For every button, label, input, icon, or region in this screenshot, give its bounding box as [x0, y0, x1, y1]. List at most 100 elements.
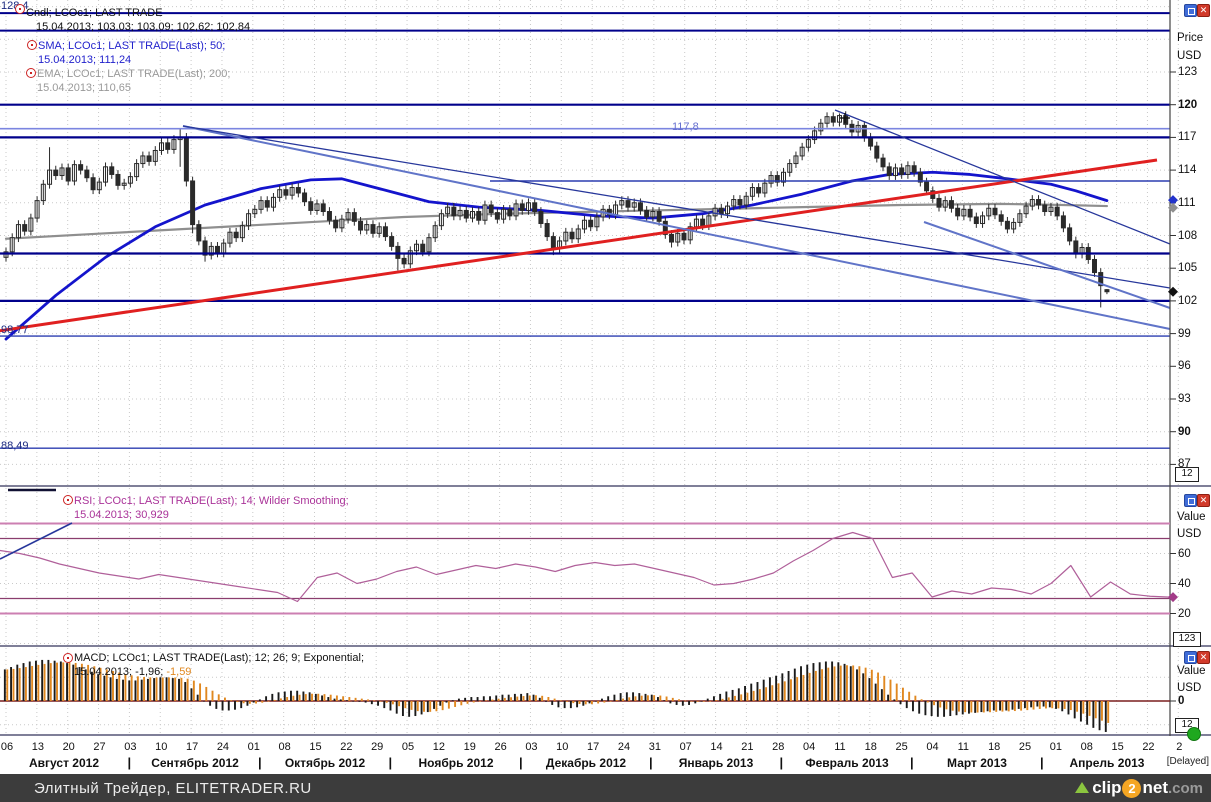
- macd-bar: [933, 701, 935, 705]
- macd-bar: [545, 701, 547, 702]
- macd-bar: [980, 701, 982, 712]
- macd-bar: [286, 697, 288, 701]
- macd-bar: [324, 694, 326, 701]
- macd-bar: [840, 666, 842, 701]
- macd-bar: [659, 696, 661, 701]
- macd-bar: [467, 701, 469, 704]
- ascending-support-red: [0, 160, 1157, 331]
- macd-bar: [794, 669, 796, 701]
- macd-bar: [771, 685, 773, 701]
- macd-bar: [268, 701, 270, 702]
- rsi-panel-close-button[interactable]: ✕: [1197, 494, 1210, 507]
- candle-properties-icon[interactable]: [15, 4, 25, 14]
- macd-bar: [582, 701, 584, 706]
- macd-bar: [831, 662, 833, 702]
- ema-properties-icon[interactable]: [26, 68, 36, 78]
- macd-bar: [939, 701, 941, 707]
- macd-bar: [781, 673, 783, 701]
- macd-bar: [906, 701, 908, 708]
- macd-bar: [691, 701, 693, 702]
- macd-bar: [348, 697, 350, 701]
- macd-bar: [435, 701, 437, 711]
- macd-properties-icon[interactable]: [63, 653, 73, 663]
- level-label-88-49: 88,49: [1, 440, 29, 452]
- macd-bar: [846, 665, 848, 701]
- rsi-properties-icon[interactable]: [63, 495, 73, 505]
- clip2net-logo[interactable]: clip 2 net .com: [1075, 777, 1203, 799]
- macd-bar: [707, 699, 709, 701]
- rsi-panel-restore-button[interactable]: [1184, 494, 1197, 507]
- macd-bar: [439, 701, 441, 706]
- price-tick-label: 105: [1178, 262, 1197, 274]
- macd-bar: [215, 701, 217, 709]
- macd-bar: [116, 679, 118, 701]
- macd-bar: [1107, 701, 1109, 723]
- macd-panel-close-button[interactable]: ✕: [1197, 651, 1210, 664]
- macd-bar: [249, 701, 251, 704]
- month-label: Ноябрь 2012: [394, 756, 518, 770]
- month-separator: |: [649, 755, 653, 770]
- macd-axis-unit: USD: [1177, 682, 1201, 694]
- macd-bar: [429, 701, 431, 712]
- month-label: Декабрь 2012: [524, 756, 648, 770]
- macd-bar: [921, 699, 923, 701]
- macd-panel-restore-button[interactable]: [1184, 651, 1197, 664]
- rsi-tick-label: 20: [1178, 608, 1191, 620]
- macd-bar: [470, 697, 472, 701]
- macd-bar: [69, 663, 71, 701]
- macd-bar: [566, 701, 568, 702]
- macd-bar: [958, 701, 960, 712]
- macd-bar: [212, 691, 214, 701]
- price-panel-restore-button[interactable]: [1184, 4, 1197, 17]
- rsi-axis-scale-box[interactable]: 123: [1173, 632, 1201, 647]
- macd-bar: [1026, 701, 1028, 710]
- macd-bar: [421, 701, 423, 714]
- day-tick-label: 19: [460, 741, 480, 753]
- macd-bar: [539, 698, 541, 701]
- macd-bar: [684, 701, 686, 702]
- macd-bar: [626, 692, 628, 701]
- day-tick-label: 18: [984, 741, 1004, 753]
- price-panel-close-button[interactable]: ✕: [1197, 4, 1210, 17]
- macd-bar: [402, 701, 404, 716]
- macd-bar: [875, 684, 877, 701]
- day-tick-label: 17: [182, 741, 202, 753]
- macd-bar: [10, 667, 12, 701]
- macd-bar: [153, 678, 155, 701]
- macd-bar: [924, 701, 926, 715]
- macd-bar: [868, 678, 870, 701]
- macd-bar: [41, 660, 43, 701]
- macd-bar: [315, 694, 317, 701]
- macd-bar: [510, 697, 512, 701]
- macd-bar: [883, 676, 885, 701]
- month-separator: |: [780, 755, 784, 770]
- macd-bar: [645, 694, 647, 701]
- macd-bar: [844, 664, 846, 701]
- macd-bar: [676, 701, 678, 705]
- sma-properties-icon[interactable]: [27, 40, 37, 50]
- macd-bar: [757, 682, 759, 701]
- footer-bar: Элитный Трейдер, ELITETRADER.RU clip 2 n…: [0, 774, 1211, 802]
- ema-legend-line1: EMA; LCOc1; LAST TRADE(Last); 200;: [37, 68, 230, 80]
- macd-legend-line2: 15.04.2013; -1,96; -1,59: [74, 666, 191, 678]
- macd-bar: [759, 689, 761, 701]
- day-tick-label: 03: [120, 741, 140, 753]
- month-label: Февраль 2013: [785, 756, 909, 770]
- month-separator: |: [1040, 755, 1044, 770]
- day-tick-label: 20: [59, 741, 79, 753]
- macd-bar: [908, 692, 910, 701]
- macd-bar: [806, 665, 808, 701]
- macd-bar: [392, 701, 394, 704]
- price-tick-label: 90: [1178, 426, 1191, 438]
- macd-bar: [302, 692, 304, 701]
- macd-bar: [1002, 701, 1004, 712]
- macd-bar: [877, 673, 879, 701]
- macd-bar: [1055, 701, 1057, 709]
- chart-canvas[interactable]: [0, 0, 1211, 736]
- macd-bar: [968, 701, 970, 714]
- descending-march-channel: [924, 222, 1170, 308]
- macd-bar: [103, 676, 105, 701]
- month-separator: |: [389, 755, 393, 770]
- macd-axis-title: Value: [1177, 665, 1206, 677]
- macd-bar: [900, 701, 902, 704]
